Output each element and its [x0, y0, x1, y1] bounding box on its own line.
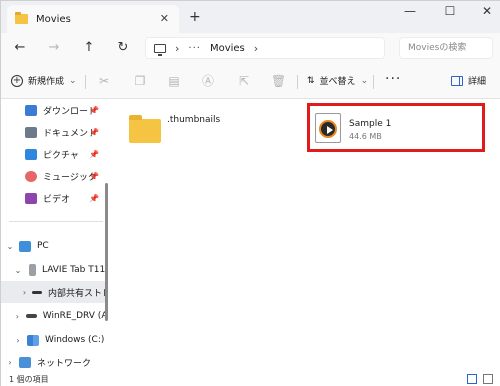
drive-icon	[25, 314, 37, 318]
pc-icon	[19, 240, 31, 252]
see-more-button[interactable]: ···	[385, 71, 401, 87]
pin-icon: 📌	[89, 149, 99, 159]
sidebar-item-label: Windows (C:)	[45, 335, 105, 345]
windows-drive-icon	[27, 334, 39, 346]
videos-icon	[25, 192, 37, 204]
folder-icon	[15, 12, 28, 24]
status-bar: 1 個の項目	[1, 371, 500, 386]
copy-icon[interactable]: ❐	[133, 74, 147, 88]
pin-icon: 📌	[89, 105, 99, 115]
address-bar[interactable]: › ··· Movies ›	[145, 37, 385, 59]
sidebar-item-label: WinRE_DRV (A:)	[42, 311, 105, 321]
music-icon	[25, 170, 37, 182]
pin-icon: 📌	[89, 171, 99, 181]
divider	[373, 75, 374, 89]
title-bar: Movies ✕ + — ☐ ✕	[1, 1, 500, 33]
sidebar-item-internal-storage[interactable]: › 内部共有ストレージ	[1, 281, 105, 303]
navigation-pane: ダウンロード 📌 ドキュメント 📌 ピクチャ 📌 ミュージック 📌 ビデオ 📌 …	[1, 99, 109, 371]
up-button[interactable]: ↑	[80, 39, 98, 57]
search-input[interactable]: Moviesの検索	[399, 37, 493, 59]
storage-icon	[32, 290, 43, 294]
new-tab-button[interactable]: +	[189, 9, 201, 25]
new-button-label: 新規作成	[28, 77, 65, 87]
details-button[interactable]: 詳細	[451, 74, 486, 87]
chevron-right-icon[interactable]: ›	[13, 336, 23, 345]
sidebar-item-label: PC	[37, 241, 49, 251]
pin-icon: 📌	[89, 127, 99, 137]
breadcrumb-movies[interactable]: Movies	[210, 43, 245, 54]
details-button-label: 詳細	[468, 77, 487, 87]
sidebar-item-downloads[interactable]: ダウンロード 📌	[1, 99, 105, 121]
details-view-icon[interactable]	[467, 374, 477, 384]
chevron-right-icon[interactable]: ›	[175, 42, 179, 55]
details-pane-icon	[451, 75, 463, 86]
maximize-button[interactable]: ☐	[441, 4, 459, 18]
highlight-box	[307, 103, 485, 152]
navigation-bar: ← → ↑ ↻ › ··· Movies › Moviesの検索	[1, 33, 500, 63]
share-icon[interactable]: ⇱	[237, 74, 251, 88]
sidebar-item-videos[interactable]: ビデオ 📌	[1, 187, 105, 209]
folder-item-thumbnails[interactable]: .thumbnails	[129, 113, 220, 143]
file-explorer-window: Movies ✕ + — ☐ ✕ ← → ↑ ↻ › ··· Movies › …	[0, 0, 500, 386]
pictures-icon	[25, 148, 37, 160]
sidebar-item-network[interactable]: › ネットワーク	[1, 351, 105, 371]
sidebar-item-pc[interactable]: ⌄ PC	[1, 235, 105, 257]
sort-button-label: 並べ替え	[319, 77, 356, 87]
sidebar-item-documents[interactable]: ドキュメント 📌	[1, 121, 105, 143]
tablet-icon	[28, 264, 36, 276]
paste-icon[interactable]: ▤	[167, 74, 181, 88]
tab-movies[interactable]: Movies ✕	[7, 5, 179, 33]
sidebar-item-windows-c[interactable]: › Windows (C:)	[1, 329, 105, 351]
sort-icon: ⇅	[307, 75, 315, 86]
pin-icon: 📌	[89, 193, 99, 203]
sidebar-item-label: LAVIE Tab T11	[41, 265, 105, 275]
sidebar-item-winre-drv[interactable]: › WinRE_DRV (A:)	[1, 305, 105, 327]
sidebar-item-label: 内部共有ストレージ	[48, 288, 105, 299]
chevron-down-icon: ⌄	[69, 75, 77, 86]
sidebar-item-lavie-tab[interactable]: ⌄ LAVIE Tab T11	[1, 259, 105, 281]
chevron-right-icon[interactable]: ›	[254, 42, 258, 55]
divider	[85, 75, 86, 89]
chevron-right-icon[interactable]: ›	[21, 288, 28, 297]
item-count: 1 個の項目	[9, 375, 49, 384]
new-button[interactable]: + 新規作成 ⌄	[11, 74, 77, 87]
close-tab-icon[interactable]: ✕	[160, 12, 169, 25]
sidebar-scrollbar[interactable]	[105, 183, 108, 321]
refresh-button[interactable]: ↻	[114, 39, 132, 57]
monitor-icon[interactable]	[154, 43, 166, 56]
chevron-down-icon[interactable]: ⌄	[13, 266, 23, 275]
large-icons-view-icon[interactable]	[483, 374, 493, 384]
forward-button[interactable]: →	[45, 39, 63, 57]
command-bar: + 新規作成 ⌄ ✂ ❐ ▤ Ⓐ ⇱ 🗑 ⇅ 並べ替え ⌄ ··· 詳細	[1, 63, 500, 99]
chevron-right-icon[interactable]: ›	[5, 358, 15, 367]
sidebar-item-pictures[interactable]: ピクチャ 📌	[1, 143, 105, 165]
tab-title: Movies	[36, 13, 71, 25]
breadcrumb-more[interactable]: ···	[188, 43, 201, 54]
chevron-down-icon: ⌄	[360, 75, 369, 86]
cut-icon[interactable]: ✂	[97, 74, 111, 88]
minimize-button[interactable]: —	[401, 4, 419, 18]
divider	[297, 75, 298, 89]
sidebar-item-label: ビデオ	[43, 194, 71, 205]
chevron-down-icon[interactable]: ⌄	[5, 242, 15, 251]
plus-circle-icon: +	[11, 74, 23, 87]
folder-name: .thumbnails	[167, 115, 221, 125]
delete-icon[interactable]: 🗑	[271, 74, 286, 88]
network-icon	[19, 356, 31, 368]
download-icon	[25, 104, 37, 116]
sort-button[interactable]: ⇅ 並べ替え ⌄	[307, 74, 369, 88]
rename-icon[interactable]: Ⓐ	[201, 74, 215, 88]
documents-icon	[25, 126, 37, 138]
sidebar-item-label: ピクチャ	[43, 150, 79, 161]
divider	[9, 221, 103, 222]
back-button[interactable]: ←	[11, 39, 29, 57]
sidebar-item-label: ネットワーク	[37, 358, 92, 369]
chevron-right-icon[interactable]: ›	[13, 312, 22, 321]
close-window-button[interactable]: ✕	[478, 4, 496, 18]
sidebar-item-music[interactable]: ミュージック 📌	[1, 165, 105, 187]
folder-icon	[129, 115, 161, 143]
